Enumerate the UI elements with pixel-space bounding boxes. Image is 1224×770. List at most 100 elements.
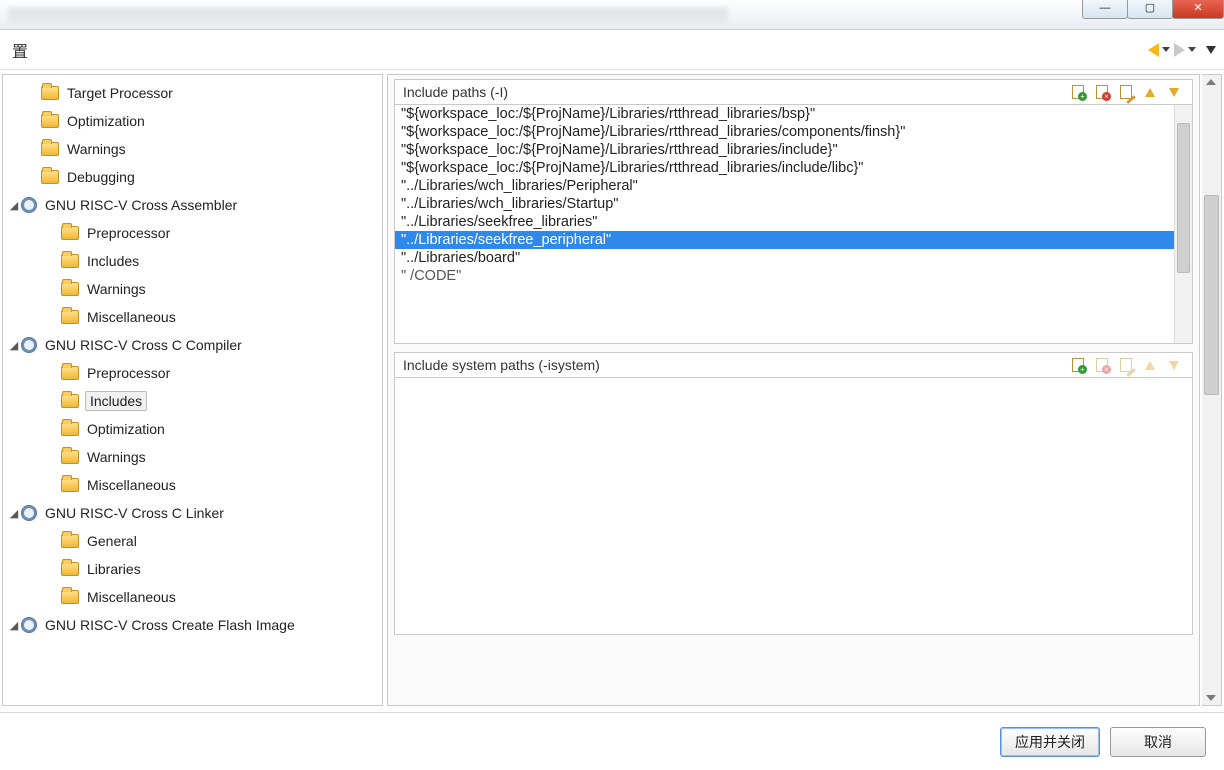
edit-syspath-button <box>1116 356 1136 374</box>
titlebar: ― ▢ ✕ <box>0 0 1224 30</box>
folder-icon <box>61 478 79 492</box>
apply-and-close-button[interactable]: 应用并关闭 <box>1000 727 1100 757</box>
tree-item[interactable]: ◢GNU RISC-V Cross Create Flash Image <box>3 611 382 639</box>
maximize-button[interactable]: ▢ <box>1127 0 1173 19</box>
tree-item-label: General <box>85 532 139 550</box>
chevron-down-icon <box>1162 47 1170 52</box>
minimize-button[interactable]: ― <box>1082 0 1128 19</box>
list-item[interactable]: "${workspace_loc:/${ProjName}/Libraries/… <box>395 123 1174 141</box>
nav-forward-button[interactable] <box>1174 43 1196 57</box>
list-item[interactable]: "../Libraries/seekfree_peripheral" <box>395 231 1174 249</box>
arrow-up-icon <box>1145 361 1155 370</box>
document-icon: × <box>1096 358 1108 372</box>
folder-icon <box>61 310 79 324</box>
arrow-left-icon <box>1148 43 1159 57</box>
cancel-button[interactable]: 取消 <box>1110 727 1206 757</box>
move-up-button[interactable] <box>1140 83 1160 101</box>
include-system-paths-label: Include system paths (-isystem) <box>403 357 1068 373</box>
tree-item-label: GNU RISC-V Cross C Compiler <box>43 336 244 354</box>
view-menu-button[interactable] <box>1200 46 1216 54</box>
folder-icon <box>41 114 59 128</box>
title-text-blurred <box>8 7 728 23</box>
list-item[interactable]: "${workspace_loc:/${ProjName}/Libraries/… <box>395 141 1174 159</box>
document-icon: + <box>1072 358 1084 372</box>
document-icon <box>1120 358 1132 372</box>
settings-tree[interactable]: Target Processor Optimization Warnings Debu… <box>2 74 383 706</box>
tree-item-label: Optimization <box>85 420 167 438</box>
document-icon: × <box>1096 85 1108 99</box>
expand-icon: ◢ <box>7 507 21 520</box>
scrollbar-thumb[interactable] <box>1177 123 1190 273</box>
tree-item[interactable]: Warnings <box>3 443 382 471</box>
tree-item[interactable]: Miscellaneous <box>3 583 382 611</box>
tree-item[interactable]: Miscellaneous <box>3 303 382 331</box>
settings-form: Include paths (-I) + × "${workspace_loc:… <box>387 74 1200 706</box>
tree-item[interactable]: Optimization <box>3 415 382 443</box>
tree-item[interactable]: Miscellaneous <box>3 471 382 499</box>
delete-path-button[interactable]: × <box>1092 83 1112 101</box>
tree-item[interactable]: Libraries <box>3 555 382 583</box>
move-down-button[interactable] <box>1164 83 1184 101</box>
tree-item-label: Target Processor <box>65 84 175 102</box>
tree-item-label: GNU RISC-V Cross Create Flash Image <box>43 616 297 634</box>
gear-icon <box>21 337 37 353</box>
edit-path-button[interactable] <box>1116 83 1136 101</box>
folder-icon <box>61 450 79 464</box>
tree-item-label: Warnings <box>65 140 128 158</box>
gear-icon <box>21 505 37 521</box>
tree-item[interactable]: Includes <box>3 387 382 415</box>
dialog-footer: 应用并关闭 取消 <box>0 712 1224 770</box>
tree-item-label: Preprocessor <box>85 224 172 242</box>
tree-item-label: Includes <box>85 391 147 411</box>
arrow-down-icon <box>1169 361 1179 370</box>
move-syspath-down-button <box>1164 356 1184 374</box>
add-syspath-button[interactable]: + <box>1068 356 1088 374</box>
list-item[interactable]: "../Libraries/wch_libraries/Peripheral" <box>395 177 1174 195</box>
tree-item-label: Includes <box>85 252 141 270</box>
scroll-down-icon <box>1206 695 1216 701</box>
list-item[interactable]: "../Libraries/board" <box>395 249 1174 267</box>
list-item[interactable]: "${workspace_loc:/${ProjName}/Libraries/… <box>395 105 1174 123</box>
tree-item-label: Debugging <box>65 168 137 186</box>
tree-item[interactable]: Warnings <box>3 275 382 303</box>
scrollbar[interactable] <box>1174 105 1192 343</box>
tree-item-label: GNU RISC-V Cross Assembler <box>43 196 239 214</box>
tree-item-label: Warnings <box>85 280 148 298</box>
scroll-up-icon <box>1206 79 1216 85</box>
list-item[interactable]: " /CODE" <box>395 267 1174 285</box>
tree-item-label: Libraries <box>85 560 143 578</box>
tree-item[interactable]: Includes <box>3 247 382 275</box>
expand-icon: ◢ <box>7 339 21 352</box>
tree-item[interactable]: Optimization <box>3 107 382 135</box>
folder-icon <box>61 226 79 240</box>
tree-item[interactable]: General <box>3 527 382 555</box>
tree-item[interactable]: Target Processor <box>3 79 382 107</box>
move-syspath-up-button <box>1140 356 1160 374</box>
menu-triangle-icon <box>1206 46 1216 54</box>
list-item[interactable]: "../Libraries/seekfree_libraries" <box>395 213 1174 231</box>
tree-item[interactable]: ◢GNU RISC-V Cross Assembler <box>3 191 382 219</box>
folder-icon <box>61 254 79 268</box>
form-scrollbar[interactable] <box>1202 74 1222 706</box>
tree-item-label: Miscellaneous <box>85 588 178 606</box>
tree-item[interactable]: ◢GNU RISC-V Cross C Linker <box>3 499 382 527</box>
page-title: 置 <box>6 36 34 64</box>
add-path-button[interactable]: + <box>1068 83 1088 101</box>
include-system-paths-list[interactable] <box>394 377 1193 635</box>
arrow-up-icon <box>1145 88 1155 97</box>
tree-item[interactable]: Debugging <box>3 163 382 191</box>
tree-item[interactable]: Warnings <box>3 135 382 163</box>
tree-item[interactable]: Preprocessor <box>3 219 382 247</box>
include-paths-label: Include paths (-I) <box>403 84 1068 100</box>
folder-icon <box>41 142 59 156</box>
nav-back-button[interactable] <box>1148 43 1170 57</box>
scrollbar-thumb[interactable] <box>1204 195 1219 395</box>
tree-item[interactable]: Preprocessor <box>3 359 382 387</box>
list-item[interactable]: "../Libraries/wch_libraries/Startup" <box>395 195 1174 213</box>
tree-item[interactable]: ◢ GNU RISC-V Cross C Compiler <box>3 331 382 359</box>
document-icon <box>1120 85 1132 99</box>
close-button[interactable]: ✕ <box>1172 0 1224 19</box>
document-icon: + <box>1072 85 1084 99</box>
include-paths-list[interactable]: "${workspace_loc:/${ProjName}/Libraries/… <box>394 104 1193 344</box>
list-item[interactable]: "${workspace_loc:/${ProjName}/Libraries/… <box>395 159 1174 177</box>
